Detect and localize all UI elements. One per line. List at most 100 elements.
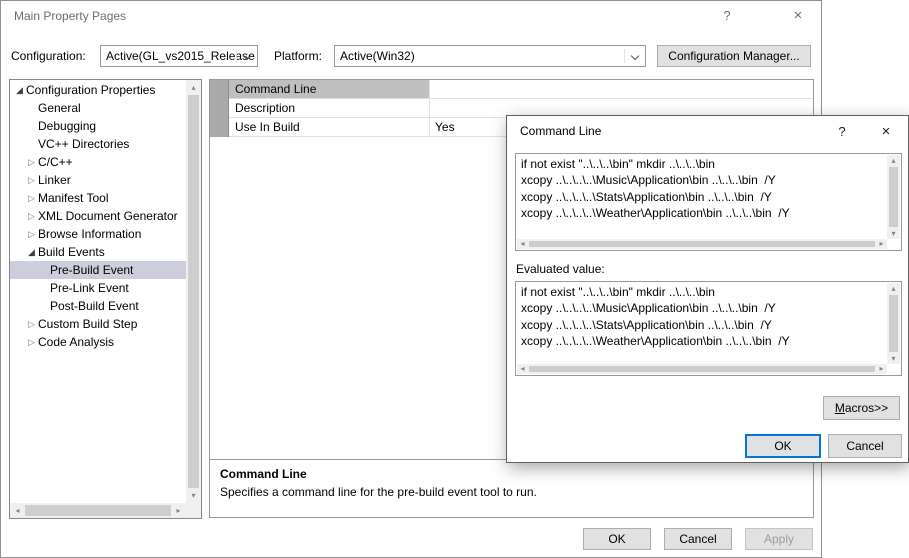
property-name: Description (229, 99, 430, 118)
dropdown-separator (236, 49, 237, 63)
tree-item-c-cpp[interactable]: ▷ C/C++ (10, 153, 186, 171)
scroll-down-icon[interactable]: ▾ (186, 488, 201, 503)
cancel-button[interactable]: Cancel (828, 434, 902, 458)
scrollbar-thumb[interactable] (889, 167, 898, 227)
configuration-label: Configuration: (11, 45, 86, 67)
configuration-manager-button[interactable]: Configuration Manager... (657, 45, 811, 67)
scrollbar-thumb[interactable] (25, 505, 171, 516)
scroll-up-icon[interactable]: ▴ (887, 155, 900, 166)
tree-item-label: Debugging (38, 119, 96, 133)
property-name: Command Line (229, 80, 430, 99)
evaluated-value-textbox[interactable]: if not exist "..\..\..\bin" mkdir ..\..\… (515, 281, 902, 376)
close-icon[interactable]: × (782, 1, 814, 31)
tree-collapse-icon[interactable]: ▷ (25, 315, 38, 333)
tree-item-label: Configuration Properties (26, 83, 155, 97)
scrollbar-thumb[interactable] (529, 366, 875, 372)
scroll-right-icon[interactable]: ▸ (876, 239, 887, 249)
tree-item-linker[interactable]: ▷ Linker (10, 171, 186, 189)
tree-item-manifest-tool[interactable]: ▷ Manifest Tool (10, 189, 186, 207)
command-line-textbox[interactable]: if not exist "..\..\..\bin" mkdir ..\..\… (515, 153, 902, 251)
macros-button[interactable]: Macros>> (823, 396, 900, 420)
tree-item-label: Pre-Link Event (50, 281, 129, 295)
tree-item-label: Browse Information (38, 227, 141, 241)
tree-item-general[interactable]: General (10, 99, 186, 117)
tree-collapse-icon[interactable]: ▷ (25, 189, 38, 207)
tree-item-label: Linker (38, 173, 71, 187)
tree-item-custom-build-step[interactable]: ▷ Custom Build Step (10, 315, 186, 333)
vertical-scrollbar[interactable]: ▴ ▾ (186, 80, 201, 503)
scroll-down-icon[interactable]: ▾ (887, 353, 900, 364)
scroll-left-icon[interactable]: ◂ (10, 503, 25, 518)
tree-collapse-icon[interactable]: ▷ (25, 333, 38, 351)
row-gutter (210, 80, 229, 99)
tree-item-code-analysis[interactable]: ▷ Code Analysis (10, 333, 186, 351)
configuration-dropdown[interactable]: Active(GL_vs2015_Release (100, 45, 258, 67)
property-value[interactable] (430, 80, 813, 99)
tree-item-debugging[interactable]: Debugging (10, 117, 186, 135)
configuration-dropdown-value: Active(GL_vs2015_Release (106, 49, 255, 63)
tree-collapse-icon[interactable]: ▷ (25, 153, 38, 171)
tree-item-label: VC++ Directories (38, 137, 129, 151)
tree-item-pre-link-event[interactable]: Pre-Link Event (10, 279, 186, 297)
scroll-up-icon[interactable]: ▴ (887, 283, 900, 294)
help-icon[interactable]: ? (711, 1, 743, 31)
dialog-titlebar[interactable]: Main Property Pages ? × (1, 1, 821, 31)
tree-item-xml-document-generator[interactable]: ▷ XML Document Generator (10, 207, 186, 225)
help-icon[interactable]: ? (826, 116, 858, 147)
platform-dropdown-value: Active(Win32) (340, 49, 415, 63)
evaluated-value-label: Evaluated value: (516, 262, 605, 276)
platform-label: Platform: (274, 45, 322, 67)
tree-expand-icon[interactable]: ◢ (13, 81, 26, 99)
tree-item-pre-build-event[interactable]: Pre-Build Event (10, 261, 186, 279)
property-row-command-line[interactable]: Command Line (210, 80, 813, 99)
row-gutter (210, 99, 229, 118)
horizontal-scrollbar[interactable]: ◂ ▸ (517, 239, 887, 249)
tree-item-label: Custom Build Step (38, 317, 137, 331)
tree-item-label: Pre-Build Event (50, 263, 133, 277)
apply-button[interactable]: Apply (745, 528, 813, 550)
tree-item-post-build-event[interactable]: Post-Build Event (10, 297, 186, 315)
help-description: Specifies a command line for the pre-bui… (220, 485, 803, 499)
scrollbar-thumb[interactable] (889, 295, 898, 352)
tree-item-label: General (38, 101, 81, 115)
cancel-button[interactable]: Cancel (664, 528, 732, 550)
scroll-down-icon[interactable]: ▾ (887, 228, 900, 239)
ok-button[interactable]: OK (745, 434, 821, 458)
tree-item-label: Post-Build Event (50, 299, 139, 313)
vertical-scrollbar[interactable]: ▴ ▾ (887, 283, 900, 364)
scroll-left-icon[interactable]: ◂ (517, 239, 528, 249)
tree-item-browse-information[interactable]: ▷ Browse Information (10, 225, 186, 243)
tree-expand-icon[interactable]: ◢ (25, 243, 38, 261)
tree-collapse-icon[interactable]: ▷ (25, 207, 38, 225)
platform-dropdown[interactable]: Active(Win32) (334, 45, 646, 67)
command-line-text: if not exist "..\..\..\bin" mkdir ..\..\… (521, 156, 885, 238)
tree-collapse-icon[interactable]: ▷ (25, 225, 38, 243)
dropdown-separator (624, 49, 625, 63)
scroll-right-icon[interactable]: ▸ (171, 503, 186, 518)
tree-items: ◢ Configuration Properties General Debug… (10, 80, 186, 503)
configuration-tree: ◢ Configuration Properties General Debug… (9, 79, 202, 519)
tree-item-label: Manifest Tool (38, 191, 108, 205)
scroll-left-icon[interactable]: ◂ (517, 364, 528, 374)
scrollbar-thumb[interactable] (188, 95, 199, 488)
close-icon[interactable]: × (870, 116, 902, 147)
property-name: Use In Build (229, 118, 430, 137)
tree-item-label: XML Document Generator (38, 209, 178, 223)
command-line-dialog: Command Line ? × if not exist "..\..\..\… (506, 115, 909, 463)
scroll-right-icon[interactable]: ▸ (876, 364, 887, 374)
dialog-titlebar[interactable]: Command Line ? × (507, 116, 908, 147)
scrollbar-thumb[interactable] (529, 241, 875, 247)
tree-item-configuration-properties[interactable]: ◢ Configuration Properties (10, 81, 186, 99)
vertical-scrollbar[interactable]: ▴ ▾ (887, 155, 900, 239)
property-help-panel: Command Line Specifies a command line fo… (210, 459, 813, 517)
tree-item-label: Code Analysis (38, 335, 114, 349)
horizontal-scrollbar[interactable]: ◂ ▸ (517, 364, 887, 374)
ok-button[interactable]: OK (583, 528, 651, 550)
horizontal-scrollbar[interactable]: ◂ ▸ (10, 503, 186, 518)
tree-item-build-events[interactable]: ◢ Build Events (10, 243, 186, 261)
tree-item-vcpp-directories[interactable]: VC++ Directories (10, 135, 186, 153)
tree-collapse-icon[interactable]: ▷ (25, 171, 38, 189)
evaluated-value-text: if not exist "..\..\..\bin" mkdir ..\..\… (521, 284, 885, 363)
chevron-down-icon[interactable] (631, 52, 639, 60)
scroll-up-icon[interactable]: ▴ (186, 80, 201, 95)
